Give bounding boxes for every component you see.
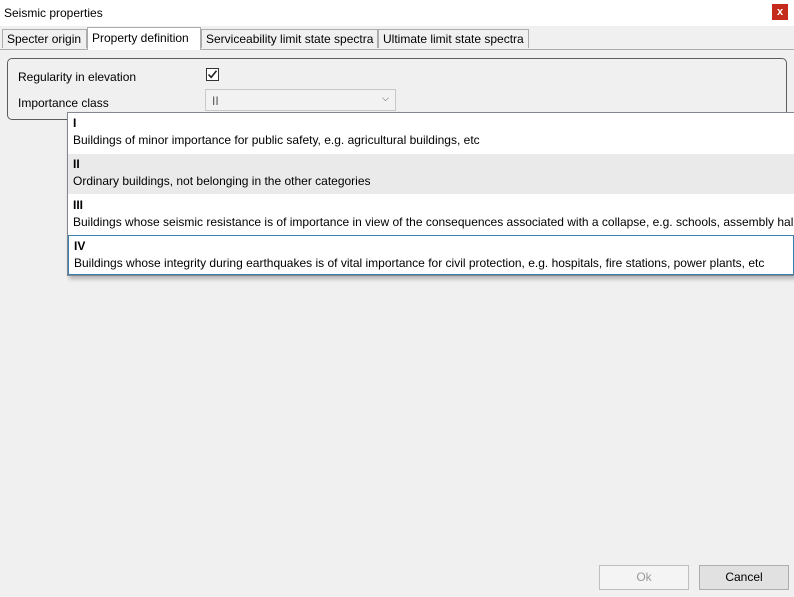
importance-option-ii[interactable]: II Ordinary buildings, not belonging in … [68,154,794,194]
option-code: III [73,198,84,212]
importance-option-i[interactable]: I Buildings of minor importance for publ… [68,113,794,153]
option-code: IV [74,239,86,253]
importance-class-label: Importance class [18,96,109,110]
tab-property-definition[interactable]: Property definition [87,27,201,50]
importance-class-value: II [212,94,219,108]
option-description: Ordinary buildings, not belonging in the… [73,174,371,188]
option-code: I [73,116,77,130]
cancel-button[interactable]: Cancel [699,565,789,590]
property-group-panel [7,58,787,120]
tab-specter-origin[interactable]: Specter origin [2,29,87,48]
regularity-in-elevation-checkbox[interactable] [206,68,219,81]
tab-serviceability-limit-state-spectra[interactable]: Serviceability limit state spectra [201,29,378,48]
seismic-properties-window: Seismic properties x Specter origin Prop… [0,0,794,597]
option-description: Buildings whose seismic resistance is of… [73,215,794,229]
checkmark-icon [207,70,218,79]
window-title: Seismic properties [4,6,103,20]
regularity-in-elevation-label: Regularity in elevation [18,70,137,84]
title-bar: Seismic properties x [0,0,794,27]
importance-class-dropdown-list: I Buildings of minor importance for publ… [67,112,794,276]
option-description: Buildings whose integrity during earthqu… [74,256,765,270]
option-description: Buildings of minor importance for public… [73,133,480,147]
ok-button[interactable]: Ok [599,565,689,590]
importance-class-combobox[interactable]: II ⌵ [205,89,396,111]
chevron-down-icon: ⌵ [382,93,389,103]
importance-option-iv[interactable]: IV Buildings whose integrity during eart… [68,235,794,275]
tab-strip: Specter origin Property definition Servi… [0,27,794,50]
close-button[interactable]: x [772,4,788,20]
importance-option-iii[interactable]: III Buildings whose seismic resistance i… [68,195,794,235]
option-code: II [73,157,80,171]
tab-ultimate-limit-state-spectra[interactable]: Ultimate limit state spectra [378,29,529,48]
